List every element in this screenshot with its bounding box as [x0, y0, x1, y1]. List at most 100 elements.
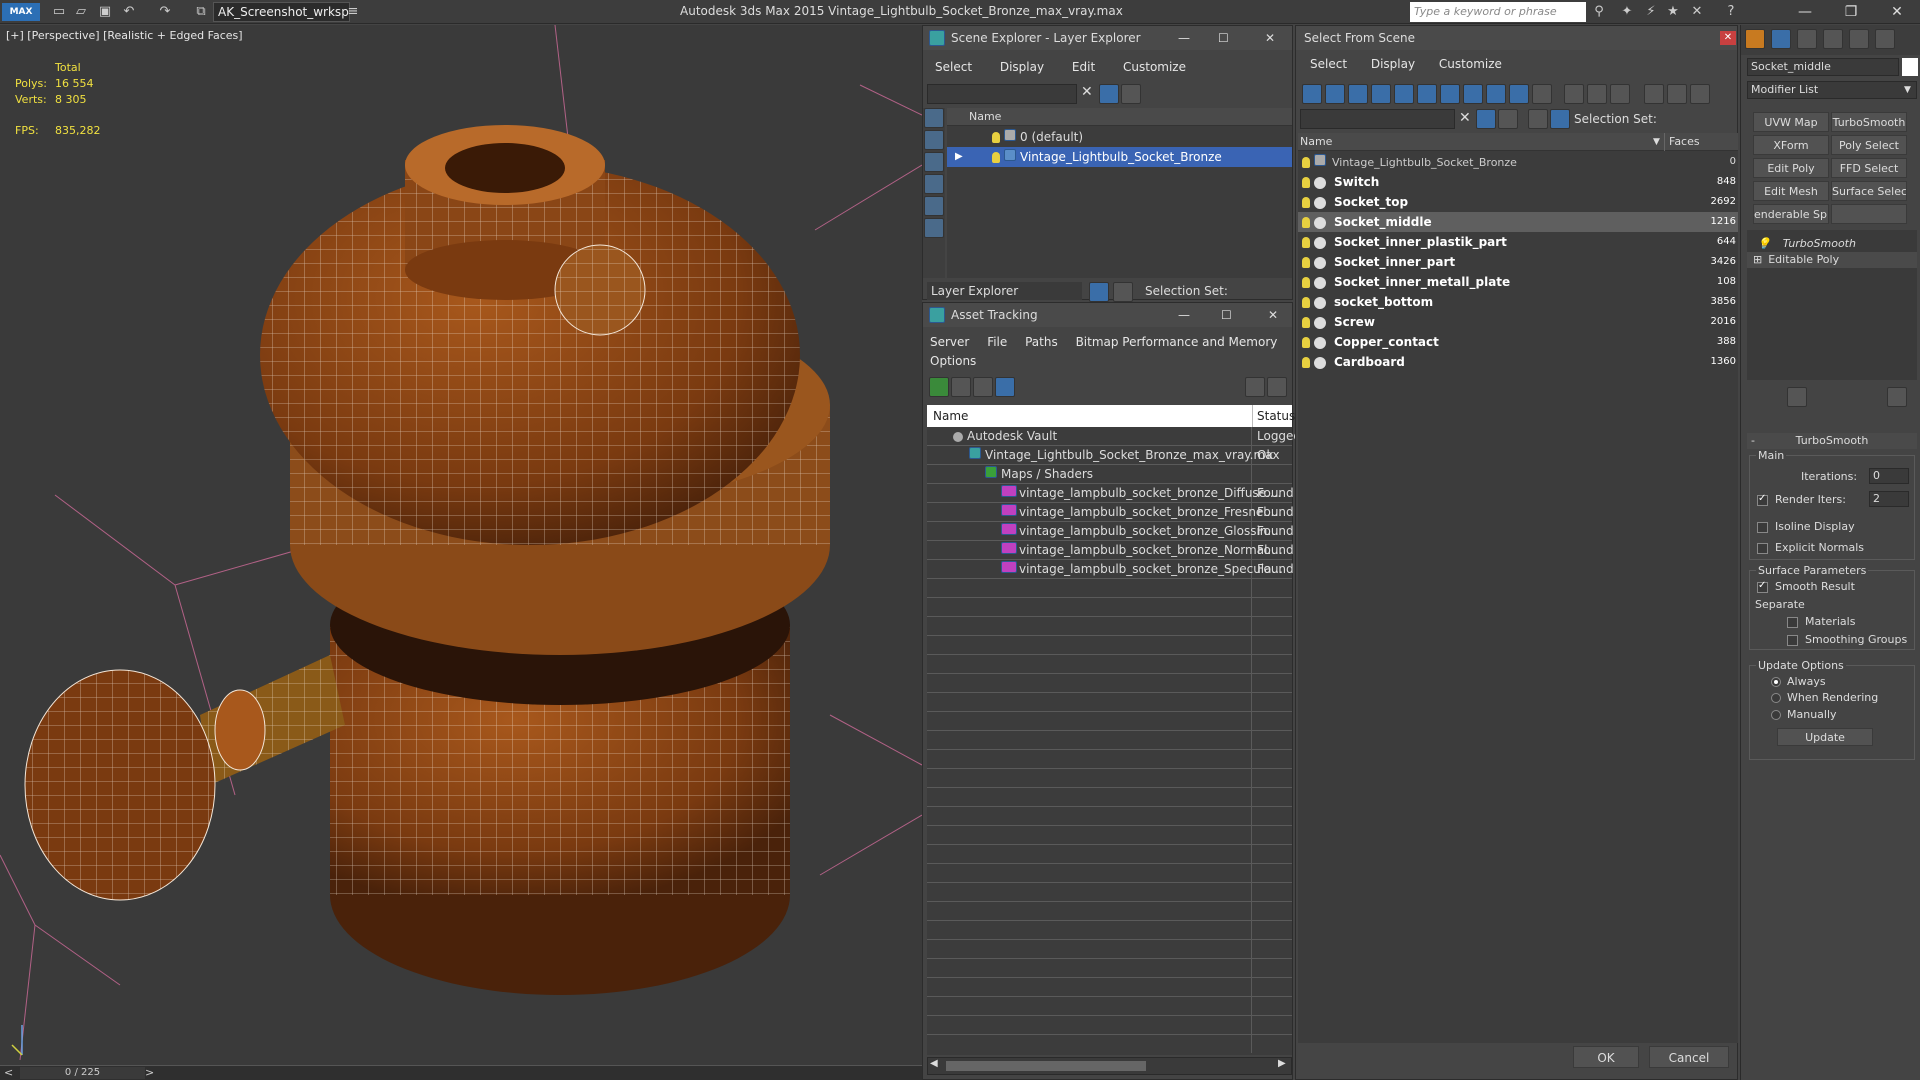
viewport-label[interactable]: [+] [Perspective] [Realistic + Edged Fac… — [6, 29, 243, 42]
sfs-filter-helpers-icon[interactable] — [1394, 84, 1414, 104]
workspace-menu-icon[interactable]: ≡ — [344, 3, 362, 21]
at-row-specular[interactable]: vintage_lampbulb_socket_bronze_Specula..… — [1001, 560, 1283, 579]
at-menu-server[interactable]: Server — [930, 335, 969, 349]
se-clear-icon[interactable]: ✕ — [1081, 84, 1093, 100]
redo-icon[interactable]: ↷ — [156, 3, 174, 21]
se-tool-5-icon[interactable] — [924, 196, 944, 216]
sfs-hierarchy-icon[interactable] — [1667, 84, 1687, 104]
create-tab-icon[interactable] — [1745, 29, 1765, 49]
asset-tracking-titlebar[interactable]: Asset Tracking — ☐ ✕ — [923, 303, 1292, 327]
at-row-max-file[interactable]: Vintage_Lightbulb_Socket_Bronze_max_vray… — [969, 446, 1280, 465]
always-radio[interactable] — [1771, 677, 1781, 687]
ok-button[interactable]: OK — [1573, 1046, 1639, 1068]
manually-radio[interactable] — [1771, 710, 1781, 720]
time-slider[interactable]: < 0 / 225 > — [0, 1065, 922, 1080]
se-filter-icon[interactable] — [1099, 84, 1119, 104]
sfs-row-copper[interactable]: Copper_contact 388 — [1298, 332, 1738, 352]
undo-icon[interactable]: ↶ — [120, 3, 138, 21]
stack-turbosmooth[interactable]: 💡 TurboSmooth — [1747, 236, 1917, 252]
make-unique-icon[interactable] — [1819, 387, 1839, 407]
sfs-select-none-icon[interactable] — [1587, 84, 1607, 104]
at-help-icon[interactable] — [1245, 377, 1265, 397]
se-tool-4-icon[interactable] — [924, 174, 944, 194]
se-row-socket-layer[interactable]: ▶ Vintage_Lightbulb_Socket_Bronze — [947, 147, 1292, 167]
save-icon[interactable]: ▣ — [96, 3, 114, 21]
asset-tracking-maximize[interactable]: ☐ — [1221, 303, 1232, 327]
turbosmooth-button[interactable]: TurboSmooth — [1831, 112, 1907, 132]
maximize-button[interactable]: ❐ — [1828, 0, 1874, 24]
smoothing-groups-checkbox[interactable] — [1787, 635, 1798, 646]
modifier-list-dropdown[interactable]: Modifier List ▼ — [1747, 81, 1917, 99]
se-menu-select[interactable]: Select — [935, 60, 972, 74]
remove-modifier-icon[interactable] — [1845, 387, 1865, 407]
sfs-menu-customize[interactable]: Customize — [1439, 57, 1502, 71]
sfs-menu-select[interactable]: Select — [1310, 57, 1347, 71]
asset-tracking-close[interactable]: ✕ — [1268, 303, 1278, 327]
at-row-diffuse[interactable]: vintage_lampbulb_socket_bronze_Diffuse..… — [1001, 484, 1281, 503]
sfs-filter-frozen-icon[interactable] — [1509, 84, 1529, 104]
object-color-swatch[interactable] — [1902, 58, 1918, 76]
sfs-find-case-icon[interactable] — [1498, 109, 1518, 129]
time-prev-button[interactable]: < — [4, 1066, 13, 1079]
sfs-row-socket-middle[interactable]: Socket_middle 1216 — [1298, 212, 1738, 232]
sfs-collapse-icon[interactable] — [1690, 84, 1710, 104]
utilities-tab-icon[interactable] — [1875, 29, 1895, 49]
isoline-checkbox[interactable] — [1757, 522, 1768, 533]
empty-modifier-button[interactable] — [1831, 204, 1907, 224]
sfs-clear-icon[interactable]: ✕ — [1459, 110, 1471, 126]
sfs-close-button[interactable]: ✕ — [1720, 31, 1736, 45]
xform-button[interactable]: XForm — [1753, 135, 1829, 155]
light-bulb-icon[interactable] — [992, 132, 1000, 143]
sfs-layers-icon[interactable] — [1528, 109, 1548, 129]
se-menu-customize[interactable]: Customize — [1123, 60, 1186, 74]
motion-tab-icon[interactable] — [1823, 29, 1843, 49]
turbosmooth-rollout-header[interactable]: - TurboSmooth — [1747, 433, 1917, 449]
sfs-filter-shapes-icon[interactable] — [1325, 84, 1345, 104]
at-horizontal-scrollbar[interactable]: ◀ ▶ — [927, 1057, 1292, 1075]
se-footer-layers-icon[interactable] — [1089, 282, 1109, 302]
workspace-dropdown[interactable]: AK_Screenshot_wrksp — [213, 2, 350, 22]
sfs-filter-bones-icon[interactable] — [1486, 84, 1506, 104]
scene-explorer-titlebar[interactable]: Scene Explorer - Layer Explorer — ☐ ✕ — [923, 26, 1292, 50]
smooth-result-checkbox[interactable] — [1757, 580, 1768, 593]
scene-explorer-maximize[interactable]: ☐ — [1218, 26, 1229, 50]
sfs-row-inner-plastik[interactable]: Socket_inner_plastik_part 644 — [1298, 232, 1738, 252]
show-end-result-icon[interactable] — [1787, 387, 1807, 407]
sfs-filter-xrefs-icon[interactable] — [1463, 84, 1483, 104]
sfs-filter-all-icon[interactable] — [1532, 84, 1552, 104]
render-iters-spinner[interactable]: 2 — [1869, 491, 1909, 507]
sfs-search-input[interactable] — [1300, 109, 1455, 129]
sfs-row-switch[interactable]: Switch 848 — [1298, 172, 1738, 192]
layer-explorer-dropdown[interactable]: Layer Explorer — [927, 282, 1082, 300]
collapse-minus-icon[interactable]: - — [1751, 433, 1755, 449]
sfs-filter-lights-icon[interactable] — [1348, 84, 1368, 104]
stack-editable-poly[interactable]: ⊞ Editable Poly — [1747, 252, 1917, 268]
modify-tab-icon[interactable] — [1771, 29, 1791, 49]
object-name-field[interactable]: Socket_middle — [1747, 58, 1899, 76]
when-rendering-radio[interactable] — [1771, 693, 1781, 703]
se-col-name[interactable]: Name — [947, 108, 1292, 126]
sfs-row-cardboard[interactable]: Cardboard 1360 — [1298, 352, 1738, 372]
uvw-map-button[interactable]: UVW Map — [1753, 112, 1829, 132]
at-menu-bitmap[interactable]: Bitmap Performance and Memory — [1076, 335, 1278, 349]
at-row-maps[interactable]: Maps / Shaders — [985, 465, 1093, 484]
sfs-hierarchy-mode-icon[interactable] — [1550, 109, 1570, 129]
x-icon[interactable]: ✕ — [1688, 3, 1706, 21]
se-search-input[interactable] — [927, 84, 1077, 104]
hierarchy-tab-icon[interactable] — [1797, 29, 1817, 49]
binoculars-icon[interactable]: ⚲ — [1590, 3, 1608, 21]
se-menu-edit[interactable]: Edit — [1072, 60, 1095, 74]
perspective-viewport[interactable]: [+] [Perspective] [Realistic + Edged Fac… — [0, 25, 922, 1065]
render-iters-checkbox[interactable] — [1757, 493, 1768, 506]
help-icon[interactable]: ? — [1722, 3, 1740, 21]
time-slider-thumb[interactable]: 0 / 225 — [20, 1067, 145, 1079]
se-tool-6-icon[interactable] — [924, 218, 944, 238]
se-tool-3-icon[interactable] — [924, 152, 944, 172]
sfs-find-filter-icon[interactable] — [1476, 109, 1496, 129]
scroll-left-icon[interactable]: ◀ — [930, 1058, 938, 1069]
at-col-status[interactable]: Status — [1252, 405, 1295, 427]
scene-explorer-minimize[interactable]: — — [1178, 26, 1190, 50]
scroll-right-icon[interactable]: ▶ — [1278, 1058, 1286, 1069]
at-menu-paths[interactable]: Paths — [1025, 335, 1058, 349]
connect-icon[interactable]: ⚡ — [1642, 3, 1660, 21]
